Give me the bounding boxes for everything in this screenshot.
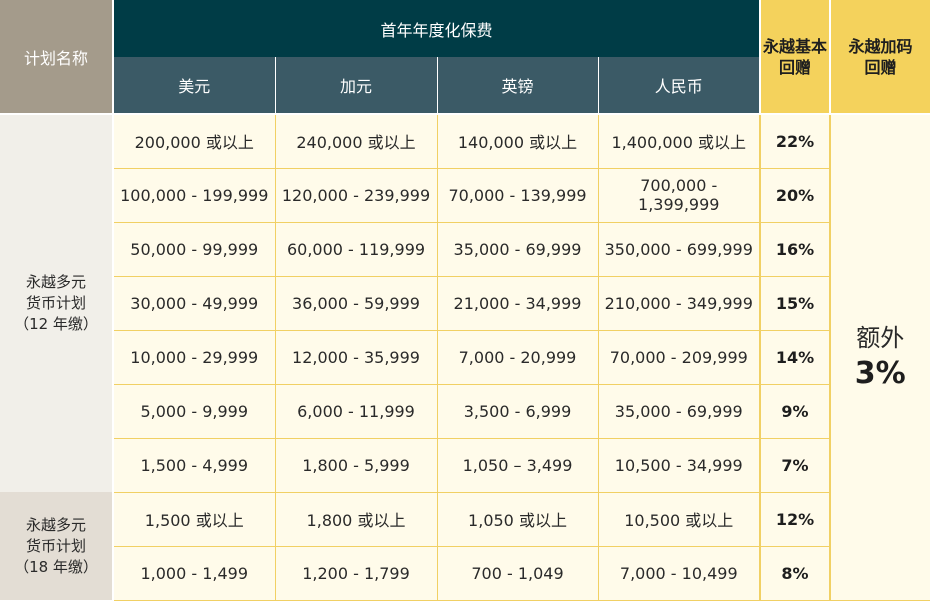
table-row: 1,000 - 1,499 1,200 - 1,799 700 - 1,049 … bbox=[0, 545, 930, 601]
basic-rebate-header-line2: 回赠 bbox=[779, 57, 812, 77]
cad-cell: 120,000 - 239,999 bbox=[274, 167, 438, 223]
cad-cell: 1,800 或以上 bbox=[274, 491, 438, 547]
premium-header: 首年年度化保费 bbox=[113, 0, 761, 57]
table-row: 50,000 - 99,999 60,000 - 119,999 35,000 … bbox=[0, 221, 930, 277]
basic-rebate-cell: 15% bbox=[759, 275, 831, 331]
currency-header-rmb: 人民币 bbox=[598, 57, 761, 115]
bonus-rebate-cell: 额外 3% bbox=[829, 113, 930, 601]
rmb-cell: 350,000 - 699,999 bbox=[597, 221, 761, 277]
usd-cell: 1,000 - 1,499 bbox=[112, 545, 276, 601]
basic-rebate-cell: 16% bbox=[759, 221, 831, 277]
gbp-cell: 35,000 - 69,999 bbox=[436, 221, 599, 277]
basic-rebate-cell: 20% bbox=[759, 167, 831, 223]
usd-cell: 1,500 - 4,999 bbox=[112, 437, 276, 493]
table-row: 1,500 - 4,999 1,800 - 5,999 1,050 – 3,49… bbox=[0, 437, 930, 493]
gbp-cell: 1,050 – 3,499 bbox=[436, 437, 599, 493]
plan-12-line2: 货币计划 bbox=[25, 294, 86, 312]
cad-cell: 1,200 - 1,799 bbox=[274, 545, 438, 601]
usd-cell: 200,000 或以上 bbox=[112, 113, 276, 169]
usd-cell: 1,500 或以上 bbox=[112, 491, 276, 547]
cad-cell: 12,000 - 35,999 bbox=[274, 329, 438, 385]
cad-cell: 60,000 - 119,999 bbox=[274, 221, 438, 277]
plan-18-line1: 永越多元 bbox=[25, 515, 86, 534]
table-row: 永越多元 货币计划 （12 年缴） 200,000 或以上 240,000 或以… bbox=[0, 113, 930, 601]
rmb-cell: 1,400,000 或以上 bbox=[597, 113, 761, 169]
rmb-cell: 7,000 - 10,499 bbox=[597, 545, 761, 601]
cad-cell: 240,000 或以上 bbox=[274, 113, 438, 169]
table-row: 永越多元 货币计划 （18 年缴） 1,500 或以上 1,800 或以上 1,… bbox=[0, 491, 930, 600]
rmb-cell: 210,000 - 349,999 bbox=[597, 275, 761, 331]
basic-rebate-cell: 7% bbox=[759, 437, 831, 493]
gbp-cell: 1,050 或以上 bbox=[436, 491, 599, 547]
cad-cell: 6,000 - 11,999 bbox=[274, 383, 438, 439]
currency-header-cad: 加元 bbox=[275, 57, 438, 115]
gbp-cell: 140,000 或以上 bbox=[436, 113, 599, 169]
table-row: 10,000 - 29,999 12,000 - 35,999 7,000 - … bbox=[0, 329, 930, 385]
rebate-table: 计划名称 首年年度化保费 永越基本 回赠 永越加码 回赠 美元 加元 英镑 人民… bbox=[0, 0, 930, 601]
currency-header-gbp: 英镑 bbox=[437, 57, 599, 115]
gbp-cell: 3,500 - 6,999 bbox=[436, 383, 599, 439]
gbp-cell: 21,000 - 34,999 bbox=[436, 275, 599, 331]
plan-name-header: 计划名称 bbox=[0, 0, 114, 115]
gbp-cell: 7,000 - 20,999 bbox=[436, 329, 599, 385]
usd-cell: 10,000 - 29,999 bbox=[112, 329, 276, 385]
basic-rebate-header-line1: 永越基本 bbox=[763, 36, 828, 56]
basic-rebate-cell: 12% bbox=[759, 491, 831, 547]
usd-cell: 50,000 - 99,999 bbox=[112, 221, 276, 277]
rmb-cell: 35,000 - 69,999 bbox=[597, 383, 761, 439]
plan-18-line2: 货币计划 bbox=[25, 536, 86, 555]
basic-rebate-cell: 14% bbox=[759, 329, 831, 385]
cad-cell: 1,800 - 5,999 bbox=[274, 437, 438, 493]
plan-18-line3: （18 年缴） bbox=[14, 557, 98, 576]
currency-header-usd: 美元 bbox=[113, 57, 276, 115]
usd-cell: 100,000 - 199,999 bbox=[112, 167, 276, 223]
basic-rebate-cell: 22% bbox=[759, 113, 831, 169]
plan-12-line3: （12 年缴） bbox=[14, 315, 98, 333]
basic-rebate-header: 永越基本 回赠 bbox=[759, 0, 832, 115]
bonus-percent: 3% bbox=[854, 356, 906, 392]
gbp-cell: 70,000 - 139,999 bbox=[436, 167, 599, 223]
plan-18-year-cell: 永越多元 货币计划 （18 年缴） bbox=[0, 492, 114, 600]
gbp-cell: 700 - 1,049 bbox=[436, 545, 599, 601]
bonus-rebate-header-line1: 永越加码 bbox=[848, 36, 913, 56]
cad-cell: 36,000 - 59,999 bbox=[274, 275, 438, 331]
rmb-cell: 70,000 - 209,999 bbox=[597, 329, 761, 385]
table-row: 100,000 - 199,999 120,000 - 239,999 70,0… bbox=[0, 167, 930, 223]
rmb-cell: 700,000 - 1,399,999 bbox=[597, 167, 761, 223]
plan-12-line1: 永越多元 bbox=[25, 273, 86, 291]
usd-cell: 5,000 - 9,999 bbox=[112, 383, 276, 439]
table-row: 30,000 - 49,999 36,000 - 59,999 21,000 -… bbox=[0, 275, 930, 331]
rmb-cell: 10,500 或以上 bbox=[597, 491, 761, 547]
bonus-rebate-header: 永越加码 回赠 bbox=[830, 0, 930, 115]
usd-cell: 30,000 - 49,999 bbox=[112, 275, 276, 331]
bonus-rebate-header-line2: 回赠 bbox=[864, 57, 897, 77]
basic-rebate-cell: 9% bbox=[759, 383, 831, 439]
plan-12-year-cell: 永越多元 货币计划 （12 年缴） bbox=[0, 114, 114, 492]
rmb-cell: 10,500 - 34,999 bbox=[597, 437, 761, 493]
table-row: 5,000 - 9,999 6,000 - 11,999 3,500 - 6,9… bbox=[0, 383, 930, 439]
basic-rebate-cell: 8% bbox=[759, 545, 831, 601]
bonus-word: 额外 bbox=[856, 324, 905, 353]
